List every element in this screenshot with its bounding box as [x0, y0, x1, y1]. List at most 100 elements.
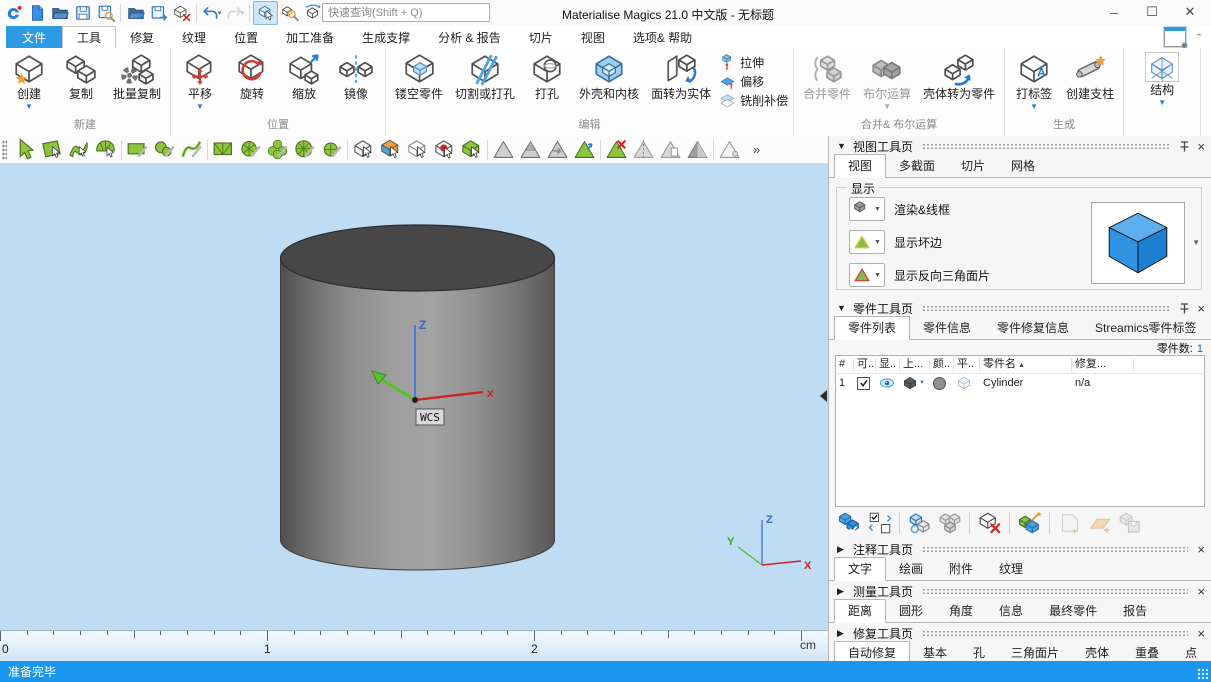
ribbon-small-button-offset[interactable]: 偏移: [719, 72, 788, 91]
dropdown-arrow-icon[interactable]: ▾: [218, 9, 222, 17]
import-part-icon[interactable]: [124, 2, 147, 24]
ribbon-button-structure[interactable]: 结构▼: [1127, 49, 1197, 107]
unload-part[interactable]: [976, 510, 1003, 536]
view-tabs-tab-2[interactable]: 多截面: [886, 155, 948, 177]
parts-tabs-tab-1[interactable]: 零件列表: [834, 316, 910, 340]
ribbon-button-face-solid[interactable]: 面转为实体: [645, 49, 717, 101]
triangle-tool-shade[interactable]: [684, 138, 711, 162]
mark-window-triangles[interactable]: [210, 138, 237, 162]
ribbon-button-shell-core[interactable]: 外壳和内核: [573, 49, 645, 101]
ribbon-button-translate[interactable]: 平移▼: [174, 49, 226, 111]
select-brush[interactable]: [92, 138, 119, 162]
triangle-tool-extra[interactable]: [716, 138, 743, 162]
triangle-tool-move[interactable]: [544, 138, 571, 162]
ribbon-button-hollow[interactable]: 镂空零件: [389, 49, 449, 101]
mark-curve[interactable]: [178, 138, 205, 162]
measure-page-header[interactable]: ▶ 测量工具页 ×: [829, 581, 1211, 601]
invert-selection[interactable]: [866, 510, 893, 536]
ribbon-button-punch[interactable]: 打孔: [521, 49, 573, 101]
select-freeform[interactable]: [65, 138, 92, 162]
app-icon[interactable]: [2, 2, 25, 24]
close-panel-icon[interactable]: ×: [1197, 543, 1205, 556]
eye-icon[interactable]: [879, 375, 895, 391]
mark-pie-alt[interactable]: [318, 138, 345, 162]
select-all-parts[interactable]: [836, 510, 863, 536]
rotate-view-icon[interactable]: [301, 2, 324, 24]
measure-tabs-tab-5[interactable]: 最终零件: [1036, 600, 1110, 622]
column-header-8[interactable]: 修复...: [1072, 358, 1134, 371]
fix-tabs-tab-3[interactable]: 孔: [960, 642, 998, 661]
annotation-tabs-tab-2[interactable]: 绘画: [886, 558, 936, 580]
pin-icon[interactable]: [1178, 302, 1191, 315]
file-menu-button[interactable]: 文件: [6, 26, 62, 48]
dropdown-arrow-icon[interactable]: ▼: [196, 103, 204, 111]
resize-grip[interactable]: [1197, 668, 1209, 680]
view-cube-button[interactable]: [253, 1, 278, 25]
column-header-3[interactable]: 显..: [876, 358, 900, 371]
save-as-icon[interactable]: [94, 2, 117, 24]
dropdown-arrow-icon[interactable]: ▼: [874, 239, 881, 246]
measure-tabs-tab-4[interactable]: 信息: [986, 600, 1036, 622]
menu-tab-8[interactable]: 切片: [515, 26, 567, 48]
view-tabs-tab-3[interactable]: 切片: [948, 155, 998, 177]
search-input[interactable]: [322, 3, 490, 22]
dropdown-arrow-icon[interactable]: ▼: [25, 103, 33, 111]
column-header-6[interactable]: 平..: [954, 358, 980, 371]
maximize-button[interactable]: ☐: [1133, 0, 1171, 24]
expand-caret-icon[interactable]: ▶: [837, 544, 847, 555]
minimize-button[interactable]: –: [1095, 0, 1133, 24]
ribbon-button-mirror[interactable]: 镜像: [330, 49, 382, 101]
triangle-tool-plain[interactable]: [490, 138, 517, 162]
collapse-caret-icon[interactable]: ▼: [837, 141, 847, 151]
select-cube-sphere[interactable]: [431, 138, 458, 162]
dropdown-arrow-icon[interactable]: ▼: [1158, 99, 1166, 107]
mark-circle[interactable]: [151, 138, 178, 162]
dropdown-arrow-icon[interactable]: ▾: [241, 9, 245, 17]
measure-tabs-tab-2[interactable]: 圆形: [886, 600, 936, 622]
annotation-tabs-tab-1[interactable]: 文字: [834, 557, 886, 581]
duplicate-parts[interactable]: [906, 510, 933, 536]
table-row[interactable]: 1 ▼ Cylindern/a: [836, 374, 1204, 392]
parts-page-header[interactable]: ▼ 零件工具页 ×: [829, 298, 1211, 318]
view-tabs-tab-4[interactable]: 网格: [998, 155, 1048, 177]
mark-rectangle[interactable]: [124, 138, 151, 162]
toolbar-grip[interactable]: [2, 140, 7, 160]
shading-mode-icon[interactable]: [903, 376, 918, 391]
dropdown-arrow-icon[interactable]: ▼: [1030, 103, 1038, 111]
ribbon-button-strut[interactable]: 创建支柱: [1060, 49, 1120, 101]
ribbon-button-rotate[interactable]: 旋转: [226, 49, 278, 101]
display-option-combo-1[interactable]: ▼: [849, 197, 885, 221]
triangle-tool-fold[interactable]: [517, 138, 544, 162]
part-name-cell[interactable]: Cylinder: [980, 377, 1072, 389]
ribbon-button-tag[interactable]: A打标签▼: [1008, 49, 1060, 111]
ribbon-button-rescale[interactable]: 缩放: [278, 49, 330, 101]
color-swatch[interactable]: [933, 377, 946, 390]
visibility-checkbox[interactable]: [857, 377, 870, 390]
splitter-collapse-icon[interactable]: [820, 390, 827, 402]
column-header-2[interactable]: 可..: [854, 358, 876, 371]
ribbon-button-fit2ship[interactable]: Fit2Ship▼: [1204, 49, 1211, 107]
menu-tab-6[interactable]: 生成支撑: [348, 26, 424, 48]
view-page-header[interactable]: ▼ 视图工具页 ×: [829, 136, 1211, 156]
column-header-5[interactable]: 颜..: [930, 358, 954, 371]
close-panel-icon[interactable]: ×: [1197, 302, 1205, 315]
new-file-icon[interactable]: [25, 2, 48, 24]
dropdown-arrow-icon[interactable]: ▼: [874, 206, 881, 213]
triangle-tool-copy[interactable]: [657, 138, 684, 162]
menu-tab-1[interactable]: 工具: [62, 26, 116, 49]
measure-tabs-tab-3[interactable]: 角度: [936, 600, 986, 622]
fix-tabs-tab-5[interactable]: 壳体: [1072, 642, 1122, 661]
parts-tabs-tab-2[interactable]: 零件信息: [910, 317, 984, 339]
annotation-tabs-tab-4[interactable]: 纹理: [986, 558, 1036, 580]
parts-tabs-tab-3[interactable]: 零件修复信息: [984, 317, 1082, 339]
interface-settings-icon[interactable]: [1164, 27, 1186, 47]
collapse-ribbon-icon[interactable]: ⌃: [1195, 33, 1203, 42]
menu-tab-2[interactable]: 修复: [116, 26, 168, 48]
unload-all-icon[interactable]: [170, 2, 193, 24]
dropdown-arrow-icon[interactable]: ▼: [874, 272, 881, 279]
fix-tabs-tab-2[interactable]: 基本: [910, 642, 960, 661]
viewport-3d[interactable]: Z x WCS Z Y X: [0, 163, 828, 630]
preview-dropdown-icon[interactable]: ▼: [1192, 238, 1200, 247]
column-header-7[interactable]: 零件名▲: [980, 358, 1072, 371]
save-icon[interactable]: [71, 2, 94, 24]
